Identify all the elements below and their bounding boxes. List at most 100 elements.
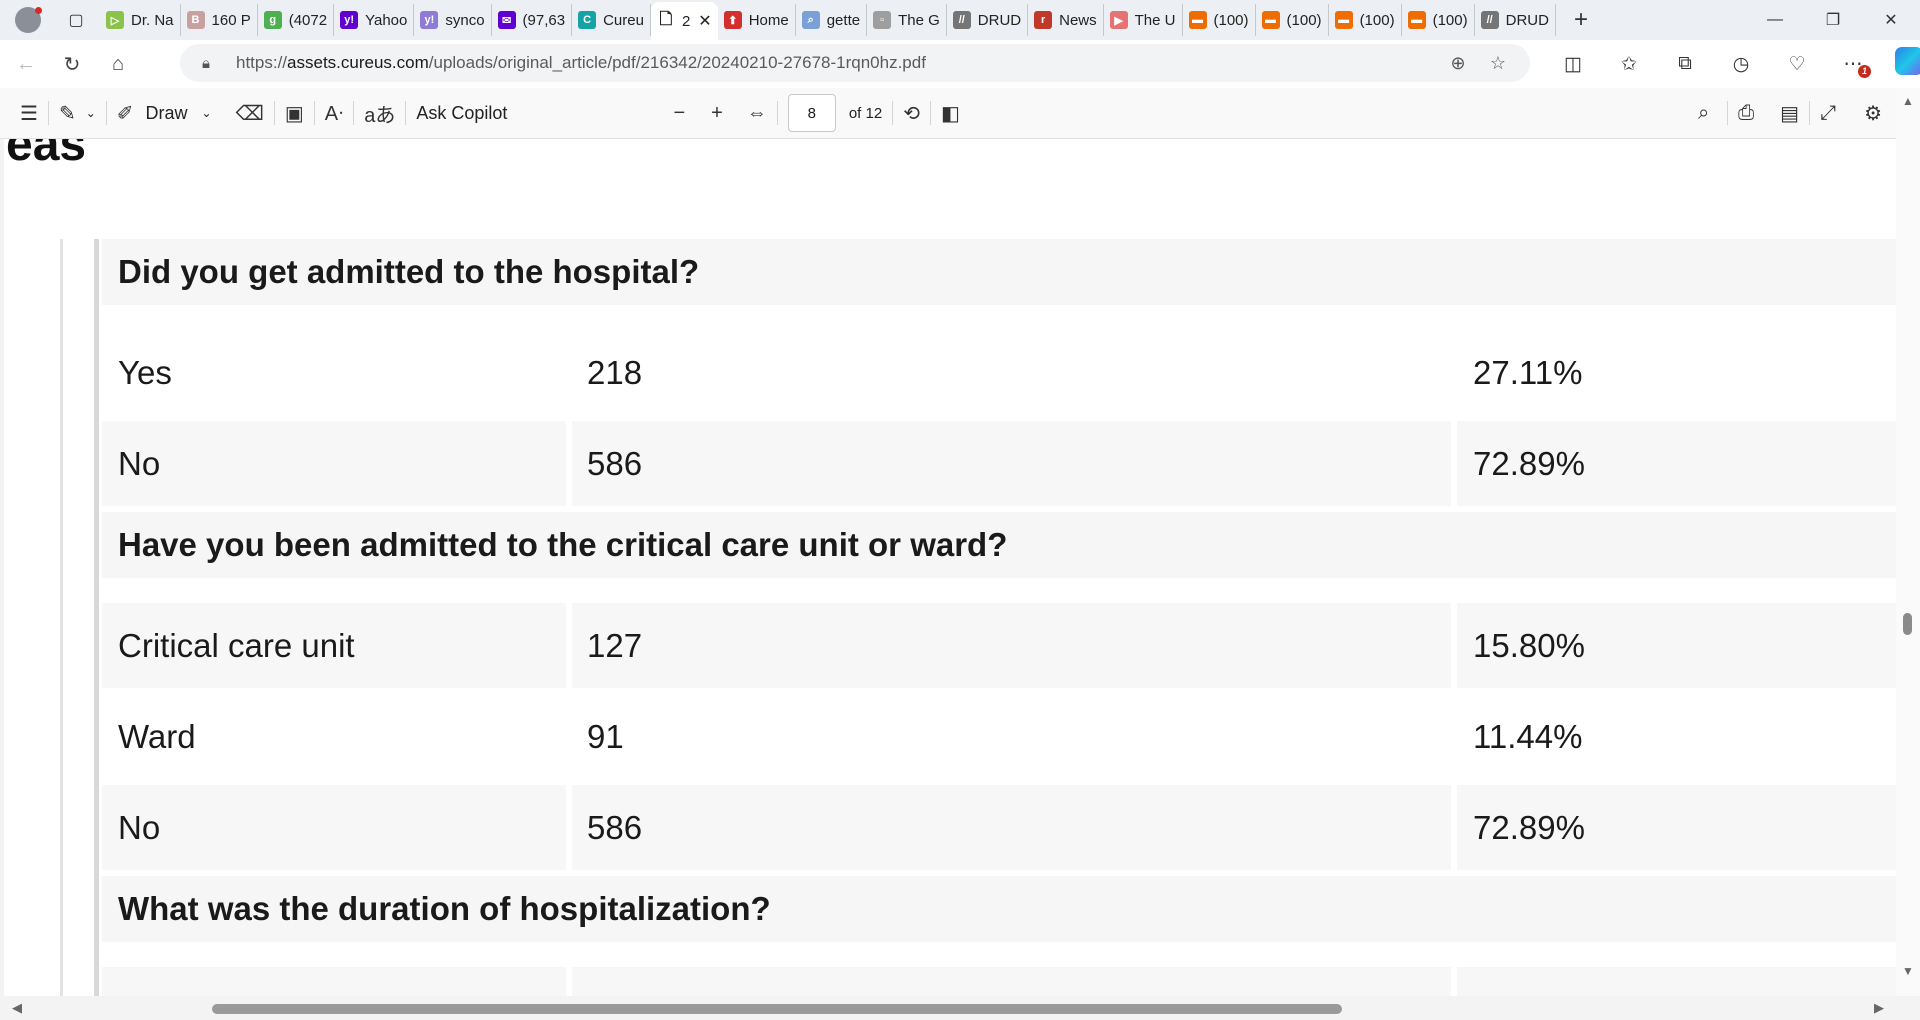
refresh-button[interactable]: ↻: [52, 44, 92, 84]
tab[interactable]: y! Yahoo: [334, 4, 415, 36]
zoom-icon[interactable]: ⊕: [1438, 53, 1478, 74]
tab[interactable]: // DRUD: [1475, 4, 1556, 36]
count-cell: 586: [572, 421, 1451, 506]
url-path: /uploads/original_article/pdf/216342/202…: [428, 53, 926, 72]
restore-button[interactable]: ❐: [1804, 0, 1862, 40]
answer-cell: Ward: [102, 694, 566, 779]
workspaces-icon[interactable]: ▢: [60, 4, 92, 36]
tab-favicon-icon: ⬆: [723, 11, 742, 29]
translate-button[interactable]: aあ: [364, 88, 395, 138]
page-total: of 12: [848, 104, 883, 122]
percent-cell: 11.44%: [1457, 694, 1896, 779]
tab[interactable]: B 160 P: [181, 4, 258, 36]
tab[interactable]: ▶ The U: [1104, 4, 1183, 36]
copilot-icon[interactable]: [1881, 47, 1920, 81]
window-controls: — ❐ ✕: [1746, 0, 1920, 40]
scroll-left-icon[interactable]: ◀: [12, 1000, 22, 1016]
favorite-star-icon[interactable]: ☆: [1478, 53, 1518, 74]
tab-favicon-icon: ▷: [106, 11, 124, 29]
draw-button[interactable]: ✐ Draw ⌄: [117, 88, 212, 138]
lock-icon[interactable]: 🔒︎: [202, 55, 222, 72]
save-icon: ▤: [1780, 102, 1800, 125]
navigation-bar: ← ↻ ⌂ 🔒︎ https://assets.cureus.com/uploa…: [0, 40, 1920, 88]
tab[interactable]: ▷ Dr. Na: [100, 4, 181, 36]
new-tab-button[interactable]: +: [1566, 6, 1596, 34]
url-text[interactable]: https://assets.cureus.com/uploads/origin…: [236, 53, 926, 73]
tab[interactable]: ▬ (100): [1402, 4, 1475, 36]
tab-label: DRUD: [1505, 11, 1549, 29]
tab-label: (100): [1213, 11, 1249, 29]
contents-button[interactable]: ☰: [20, 88, 38, 138]
tab[interactable]: ▬ (100): [1183, 4, 1256, 36]
tab[interactable]: ▬ (100): [1256, 4, 1329, 36]
performance-icon[interactable]: ♡: [1769, 53, 1825, 76]
rotate-button[interactable]: ⟲: [903, 88, 920, 138]
question-heading: Did you get admitted to the hospital?: [102, 239, 1896, 305]
settings-button[interactable]: ⚙: [1864, 88, 1882, 138]
tab[interactable]: ▬ (100): [1329, 4, 1402, 36]
pdf-page-viewport[interactable]: eas Did you get admitted to the hospital…: [4, 139, 1896, 996]
more-menu-icon[interactable]: ⋯ 1: [1825, 53, 1881, 78]
tab-label: News: [1059, 11, 1097, 29]
scroll-up-icon[interactable]: ▲: [1902, 94, 1914, 108]
page-view-button[interactable]: ◧: [941, 88, 960, 138]
divider: [892, 101, 894, 125]
highlight-button[interactable]: ✎ ⌄: [59, 88, 96, 138]
tab[interactable]: C Cureu: [572, 4, 651, 36]
collections-icon[interactable]: ⧉: [1657, 53, 1713, 75]
divider: [353, 101, 355, 125]
tab[interactable]: ✉ (97,63: [492, 4, 573, 36]
tab[interactable]: // DRUD: [947, 4, 1029, 36]
tab[interactable]: g (4072: [258, 4, 335, 36]
heading-fragment: eas: [6, 139, 87, 171]
tab[interactable]: ⌕ gette: [796, 4, 868, 36]
question-heading: Have you been admitted to the critical c…: [102, 512, 1896, 578]
page-number-input[interactable]: 8: [787, 94, 836, 132]
read-aloud-button[interactable]: Aᐧ: [325, 88, 343, 138]
save-button[interactable]: ▤: [1780, 88, 1799, 138]
table-row: Yes 218 27.11%: [102, 330, 1896, 415]
divider: [776, 101, 778, 125]
tab-favicon-icon: ▫: [873, 11, 892, 29]
scroll-down-icon[interactable]: ▼: [1902, 964, 1914, 978]
fit-width-button[interactable]: ⇔: [747, 88, 767, 138]
horizontal-scrollbar[interactable]: ◀ ▶: [0, 996, 1920, 1020]
split-screen-icon[interactable]: ◫: [1545, 53, 1601, 76]
back-arrow-icon: ←: [16, 52, 36, 75]
favorites-icon[interactable]: ✩: [1601, 53, 1657, 76]
count-cell: 91: [572, 694, 1451, 779]
minimize-button[interactable]: —: [1746, 0, 1804, 40]
back-button[interactable]: ←: [6, 44, 46, 84]
address-bar[interactable]: 🔒︎ https://assets.cureus.com/uploads/ori…: [180, 44, 1530, 82]
indent-rule: [94, 239, 99, 996]
search-button[interactable]: ⌕: [1698, 88, 1709, 138]
divider: [47, 101, 49, 125]
vertical-scroll-thumb[interactable]: [1903, 613, 1912, 635]
zoom-in-button[interactable]: +: [711, 88, 723, 138]
tab[interactable]: r News: [1028, 4, 1104, 36]
print-button[interactable]: ⎙: [1738, 88, 1754, 138]
history-icon[interactable]: ◷: [1713, 53, 1769, 76]
erase-button[interactable]: ⌫: [236, 88, 264, 138]
ask-copilot-label: Ask Copilot: [416, 102, 508, 123]
horizontal-scroll-thumb[interactable]: [212, 1004, 1342, 1014]
profile-avatar[interactable]: [10, 2, 46, 38]
tab[interactable]: y! synco: [414, 4, 492, 36]
vertical-scrollbar[interactable]: ▲ ▼: [1896, 88, 1920, 996]
tab-active[interactable]: 🗋︎ 2 ✕: [650, 2, 718, 40]
tab[interactable]: ⬆ Home: [718, 4, 796, 36]
tab-favicon-icon: ▬: [1261, 11, 1280, 29]
fullscreen-button[interactable]: ⤢: [1820, 88, 1836, 138]
tab-favicon-icon: ✉: [497, 11, 516, 29]
rotate-icon: ⟲: [903, 102, 920, 125]
ask-copilot-button[interactable]: Ask Copilot: [416, 88, 507, 138]
divider: [1727, 101, 1729, 125]
close-tab-icon[interactable]: ✕: [698, 11, 711, 31]
home-button[interactable]: ⌂: [98, 44, 138, 84]
add-text-button[interactable]: ▣: [285, 88, 304, 138]
scroll-right-icon[interactable]: ▶: [1874, 1000, 1884, 1016]
close-window-button[interactable]: ✕: [1862, 0, 1920, 40]
tab[interactable]: ▫ The G: [867, 4, 947, 36]
zoom-out-button[interactable]: −: [673, 88, 685, 138]
chevron-down-icon: ⌄: [201, 106, 212, 120]
